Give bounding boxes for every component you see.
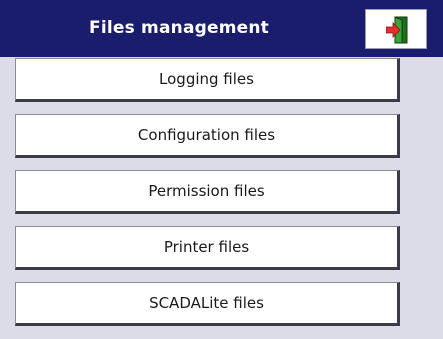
title-bar: Files management [0,0,443,57]
page-title: Files management [89,18,269,38]
exit-button[interactable] [365,9,427,49]
configuration-files-button[interactable]: Configuration files [15,114,400,158]
printer-files-button[interactable]: Printer files [15,226,400,270]
permission-files-button[interactable]: Permission files [15,170,400,214]
scadalite-files-button[interactable]: SCADALite files [15,282,400,326]
logging-files-button[interactable]: Logging files [15,58,400,102]
exit-door-icon [386,16,408,44]
files-menu: Logging files Configuration files Permis… [15,58,400,338]
